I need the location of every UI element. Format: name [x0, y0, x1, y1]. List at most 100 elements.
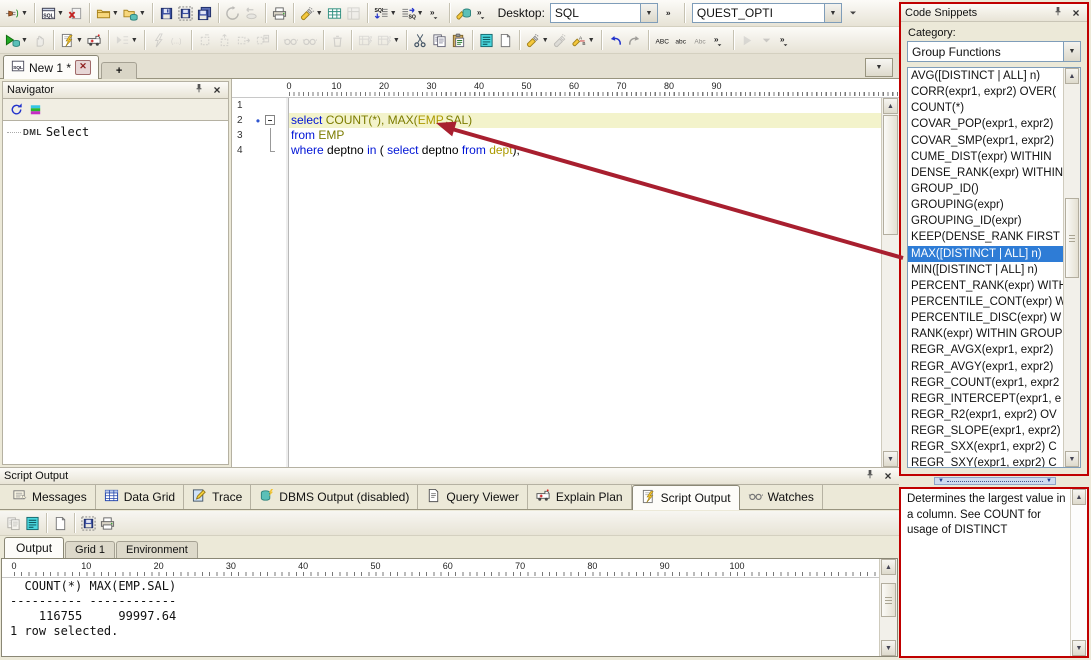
dropdown-arrow-icon[interactable]: ▼	[57, 10, 64, 17]
flash-ab-button[interactable]: AB▼	[570, 28, 597, 52]
scroll-down-icon[interactable]: ▼	[1072, 640, 1086, 656]
connection-select[interactable]: QUEST_OPTI ▼	[692, 3, 842, 23]
snippet-item[interactable]: REGR_SXX(expr1, expr2) C	[908, 439, 1064, 455]
chevron-down-icon[interactable]: ▼	[640, 4, 657, 22]
ambulance-button[interactable]	[85, 28, 104, 52]
pin-icon[interactable]	[1051, 5, 1065, 21]
close-tab-icon[interactable]: ✕	[75, 60, 91, 75]
close-window-button[interactable]	[66, 1, 85, 25]
code-line[interactable]: from EMP	[289, 128, 881, 143]
editor-scrollbar[interactable]: ▲ ▼	[881, 98, 899, 467]
chevron-down-icon[interactable]: ▼	[1063, 42, 1080, 61]
describe-button[interactable]: ▼	[298, 1, 325, 25]
connect-button[interactable]: ▼	[3, 1, 30, 25]
dropdown-arrow-icon[interactable]: ▼	[542, 37, 549, 44]
scroll-down-icon[interactable]: ▼	[881, 640, 896, 656]
snippet-item[interactable]: COUNT(*)	[908, 100, 1064, 116]
new-doc-button[interactable]	[496, 28, 515, 52]
load-database-button[interactable]: ▼	[121, 1, 148, 25]
describe-db-button[interactable]	[454, 1, 473, 25]
close-icon[interactable]: ×	[1069, 8, 1083, 18]
description-scrollbar[interactable]: ▲ ▼	[1070, 489, 1087, 656]
format-doc-button[interactable]	[477, 28, 496, 52]
category-select[interactable]: Group Functions ▼	[907, 41, 1081, 62]
scroll-down-icon[interactable]: ▼	[883, 451, 898, 467]
open-file-button[interactable]: ▼	[94, 1, 121, 25]
snippet-item[interactable]: COVAR_POP(expr1, expr2)	[908, 116, 1064, 132]
dropdown-arrow-icon[interactable]: ▼	[417, 10, 424, 17]
undo-button[interactable]	[606, 28, 625, 52]
save-all-button[interactable]	[195, 1, 214, 25]
scroll-up-icon[interactable]: ▲	[1072, 489, 1086, 505]
scroll-up-icon[interactable]: ▲	[883, 98, 898, 114]
snippet-item[interactable]: REGR_AVGX(expr1, expr2)	[908, 342, 1064, 358]
dropdown-arrow-icon[interactable]: ▼	[76, 37, 83, 44]
execute-button[interactable]: ▼	[3, 28, 30, 52]
scroll-down-icon[interactable]: ▼	[1065, 451, 1079, 467]
scrollbar-thumb[interactable]	[883, 115, 898, 235]
tab-trace[interactable]: Trace	[184, 485, 251, 509]
output-scrollbar[interactable]: ▲ ▼	[879, 559, 897, 656]
subtab-output[interactable]: Output	[4, 537, 64, 558]
snippet-item[interactable]: MIN([DISTINCT | ALL] n)	[908, 262, 1064, 278]
scroll-up-icon[interactable]: ▲	[881, 559, 896, 575]
send-to-sql-button[interactable]: SQL▼	[399, 1, 426, 25]
desktop-select[interactable]: SQL ▼	[550, 3, 658, 23]
tab-explain-plan[interactable]: Explain Plan	[528, 485, 632, 509]
tab-data-grid[interactable]: Data Grid	[96, 485, 184, 509]
dropdown-arrow-icon[interactable]: ▼	[139, 10, 146, 17]
snippet-item[interactable]: REGR_INTERCEPT(expr1, e	[908, 391, 1064, 407]
snippet-item[interactable]: MAX([DISTINCT | ALL] n)	[908, 246, 1064, 262]
schema-browser-button[interactable]	[325, 1, 344, 25]
panel-splitter[interactable]: ▼ ▼	[934, 477, 1056, 485]
tab-messages[interactable]: Messages	[4, 485, 96, 509]
snippet-item[interactable]: DENSE_RANK(expr) WITHIN	[908, 165, 1064, 181]
dropdown-arrow-icon[interactable]: ▼	[588, 37, 595, 44]
chevron-down-icon[interactable]: ▼	[824, 4, 841, 22]
code-line[interactable]	[289, 98, 881, 113]
code-line[interactable]: where deptno in ( select deptno from dep…	[289, 143, 881, 158]
abc-upper-button[interactable]: ABC	[653, 28, 672, 52]
snippet-item[interactable]: GROUPING_ID(expr)	[908, 213, 1064, 229]
pin-icon[interactable]	[192, 82, 206, 98]
tab-list-dropdown[interactable]: ▼	[865, 58, 893, 77]
sql-editor[interactable]: 0102030405060708090 12•34 select COUNT(*…	[232, 79, 899, 467]
snippet-item[interactable]: REGR_SXY(expr1, expr2) C	[908, 455, 1064, 467]
collapse-icon[interactable]	[265, 115, 275, 125]
scrollbar-thumb[interactable]	[1065, 198, 1079, 278]
close-icon[interactable]: ×	[881, 471, 895, 481]
snippet-item[interactable]: PERCENT_RANK(expr) WITH	[908, 278, 1064, 294]
tab-watches[interactable]: Watches	[740, 485, 823, 509]
print-button[interactable]	[270, 1, 289, 25]
desktop-chevron-button[interactable]: »	[661, 1, 680, 25]
print-button[interactable]	[98, 511, 117, 535]
abc-lower-button[interactable]: abc	[672, 28, 691, 52]
tree-item-dml-select[interactable]: DML Select	[5, 125, 226, 139]
dropdown-arrow-icon[interactable]: ▼	[390, 10, 397, 17]
snippet-item[interactable]: KEEP(DENSE_RANK FIRST (	[908, 229, 1064, 245]
new-doc-button[interactable]	[51, 511, 70, 535]
dropdown-arrow-icon[interactable]: ▼	[21, 37, 28, 44]
snippet-item[interactable]: AVG([DISTINCT | ALL] n)	[908, 68, 1064, 84]
sql-recall-button[interactable]: SQL▼	[372, 1, 399, 25]
connection-dropdown-button[interactable]	[845, 1, 861, 25]
format-doc-button[interactable]	[23, 511, 42, 535]
snippet-scrollbar[interactable]: ▲ ▼	[1063, 68, 1080, 467]
tab-query-viewer[interactable]: Query Viewer	[418, 485, 527, 509]
chevron-button[interactable]: »	[473, 1, 492, 25]
paste-button[interactable]	[449, 28, 468, 52]
snippet-item[interactable]: REGR_COUNT(expr1, expr2	[908, 375, 1064, 391]
chevron-button[interactable]: »	[710, 28, 729, 52]
execute-script-button[interactable]: ▼	[58, 28, 85, 52]
snippet-item[interactable]: REGR_AVGY(expr1, expr2)	[908, 359, 1064, 375]
snippet-item[interactable]: REGR_SLOPE(expr1, expr2)	[908, 423, 1064, 439]
refresh-button[interactable]	[7, 98, 26, 122]
save-as-button[interactable]	[79, 511, 98, 535]
snippet-item[interactable]: REGR_R2(expr1, expr2) OV	[908, 407, 1064, 423]
tab-script-output[interactable]: Script Output	[632, 485, 740, 510]
snippet-item[interactable]: GROUP_ID()	[908, 181, 1064, 197]
tab-dbms-output-disabled[interactable]: DBMS Output (disabled)	[251, 485, 418, 509]
layers-button[interactable]	[26, 98, 45, 122]
new-sql-window-button[interactable]: SQL▼	[39, 1, 66, 25]
scrollbar-thumb[interactable]	[881, 583, 896, 617]
